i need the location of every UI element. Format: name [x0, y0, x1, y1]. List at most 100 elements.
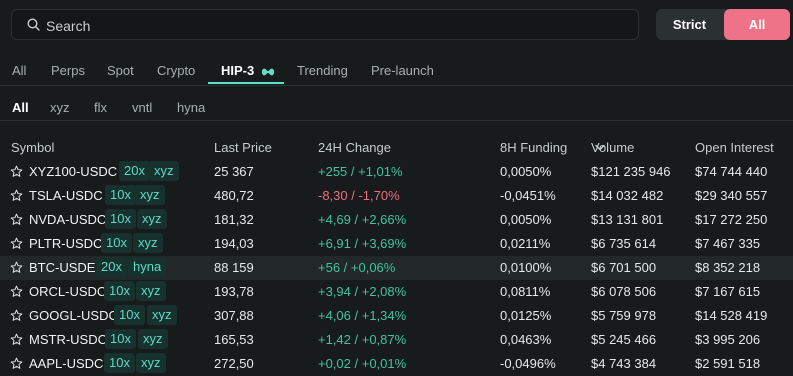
24h-change: +4,69 / +2,66%	[318, 212, 407, 227]
table-row[interactable]: NVDA-USDC 10x xyz 181,32 +4,69 / +2,66% 0,005…	[0, 208, 793, 232]
star-icon[interactable]	[10, 165, 23, 178]
header-24h-change[interactable]: 24H Change	[318, 140, 391, 155]
open-interest: $8 352 218	[695, 260, 761, 275]
dex-badge: xyz	[147, 305, 177, 325]
8h-funding: 0,0050%	[500, 164, 552, 179]
tab-hip3-label: HIP-3	[221, 63, 255, 78]
header-volume-label: Volume	[591, 140, 635, 155]
tab-hip3[interactable]: HIP-3	[221, 63, 275, 78]
tab-perps[interactable]: Perps	[51, 63, 85, 78]
table-row[interactable]: GOOGL-USDC 10x xyz 307,88 +4,06 / +1,34% 0,01…	[0, 304, 793, 328]
leverage-badge: 10x	[105, 209, 136, 229]
table-header: Symbol Last Price 24H Change 8H Funding …	[0, 140, 793, 158]
last-price: 181,32	[214, 212, 254, 227]
all-toggle-button[interactable]: All	[724, 9, 790, 40]
subtab-all[interactable]: All	[12, 100, 29, 115]
symbol-name: PLTR-USDC	[29, 236, 103, 251]
category-tabs: All Perps Spot Crypto HIP-3 Trending Pre…	[0, 58, 793, 86]
open-interest: $7 167 615	[695, 284, 761, 299]
header-8h-funding[interactable]: 8H Funding	[500, 140, 567, 155]
tab-pre-launch[interactable]: Pre-launch	[371, 63, 434, 78]
strict-toggle-button[interactable]: Strict	[656, 9, 723, 40]
last-price: 194,03	[214, 236, 254, 251]
header-volume[interactable]: Volume	[591, 140, 634, 155]
table-row[interactable]: AAPL-USDC 10x xyz 272,50 +0,02 / +0,01% -0,04…	[0, 352, 793, 376]
star-icon[interactable]	[10, 357, 23, 370]
last-price: 88 159	[214, 260, 254, 275]
subtab-hyna[interactable]: hyna	[177, 100, 205, 115]
leverage-badge: 10x	[104, 281, 135, 301]
leverage-badge: 10x	[105, 329, 136, 349]
open-interest: $7 467 335	[695, 236, 761, 251]
24h-change: +0,02 / +0,01%	[318, 356, 407, 371]
search-box[interactable]	[11, 9, 639, 41]
dex-tabs: All xyz flx vntl hyna	[0, 92, 793, 121]
star-icon[interactable]	[10, 285, 23, 298]
24h-change: +255 / +1,01%	[318, 164, 403, 179]
dex-badge: hyna	[128, 257, 167, 277]
tab-trending[interactable]: Trending	[297, 63, 348, 78]
tab-crypto[interactable]: Crypto	[157, 63, 195, 78]
24h-change: +3,94 / +2,08%	[318, 284, 407, 299]
8h-funding: 0,0811%	[500, 284, 551, 299]
dex-badge: xyz	[133, 233, 163, 253]
subtab-vntl[interactable]: vntl	[132, 100, 152, 115]
volume: $13 131 801	[591, 212, 664, 227]
8h-funding: 0,0125%	[500, 308, 552, 323]
header-symbol[interactable]: Symbol	[11, 140, 54, 155]
subtab-xyz[interactable]: xyz	[50, 100, 70, 115]
star-icon[interactable]	[10, 213, 23, 226]
volume: $6 735 614	[591, 236, 657, 251]
8h-funding: 0,0100%	[500, 260, 552, 275]
symbol-name: XYZ100-USDC	[29, 164, 118, 179]
24h-change: +6,91 / +3,69%	[318, 236, 407, 251]
star-icon[interactable]	[10, 237, 23, 250]
symbol-name: TSLA-USDC	[29, 188, 103, 203]
volume: $121 235 946	[591, 164, 671, 179]
last-price: 25 367	[214, 164, 254, 179]
symbol-name: NVDA-USDC	[29, 212, 107, 227]
star-icon[interactable]	[10, 333, 23, 346]
volume: $5 759 978	[591, 308, 657, 323]
header-last-price[interactable]: Last Price	[214, 140, 272, 155]
last-price: 165,53	[214, 332, 254, 347]
dex-badge: xyz	[136, 281, 166, 301]
table-row[interactable]: PLTR-USDC 10x xyz 194,03 +6,91 / +3,69% 0,021…	[0, 232, 793, 256]
last-price: 480,72	[214, 188, 254, 203]
table-row[interactable]: ORCL-USDC 10x xyz 193,78 +3,94 / +2,08% 0,081…	[0, 280, 793, 304]
leverage-badge: 20x	[119, 161, 150, 181]
header-open-interest[interactable]: Open Interest	[695, 140, 774, 155]
table-row[interactable]: BTC-USDE 20x hyna 88 159 +56 / +0,06% 0,0100%…	[0, 256, 793, 280]
star-icon[interactable]	[10, 261, 23, 274]
8h-funding: 0,0463%	[500, 332, 552, 347]
table-row[interactable]: MSTR-USDC 10x xyz 165,53 +1,42 / +0,87% 0,046…	[0, 328, 793, 352]
symbol-name: AAPL-USDC	[29, 356, 104, 371]
table-row[interactable]: XYZ100-USDC 20x xyz 25 367 +255 / +1,01% 0,00…	[0, 160, 793, 184]
8h-funding: -0,0496%	[500, 356, 556, 371]
dex-badge: xyz	[137, 209, 167, 229]
volume: $6 701 500	[591, 260, 657, 275]
symbol-name: MSTR-USDC	[29, 332, 107, 347]
last-price: 307,88	[214, 308, 254, 323]
symbol-name: BTC-USDE	[29, 260, 96, 275]
tab-spot[interactable]: Spot	[107, 63, 134, 78]
open-interest: $74 744 440	[695, 164, 768, 179]
dex-badge: xyz	[136, 353, 166, 373]
open-interest: $17 272 250	[695, 212, 768, 227]
subtab-flx[interactable]: flx	[94, 100, 107, 115]
search-icon	[27, 18, 40, 31]
24h-change: +56 / +0,06%	[318, 260, 396, 275]
open-interest: $2 591 518	[695, 356, 761, 371]
leverage-badge: 10x	[101, 233, 132, 253]
volume: $4 743 384	[591, 356, 657, 371]
tab-all[interactable]: All	[12, 63, 26, 78]
8h-funding: -0,0451%	[500, 188, 556, 203]
table-row[interactable]: TSLA-USDC 10x xyz 480,72 -8,30 / -1,70% -0,04…	[0, 184, 793, 208]
dex-badge: xyz	[135, 185, 165, 205]
hyperliquid-logo-icon	[261, 68, 274, 76]
star-icon[interactable]	[10, 309, 23, 322]
dex-badge: xyz	[149, 161, 179, 181]
star-icon[interactable]	[10, 189, 23, 202]
last-price: 272,50	[214, 356, 254, 371]
search-input[interactable]	[44, 10, 628, 41]
